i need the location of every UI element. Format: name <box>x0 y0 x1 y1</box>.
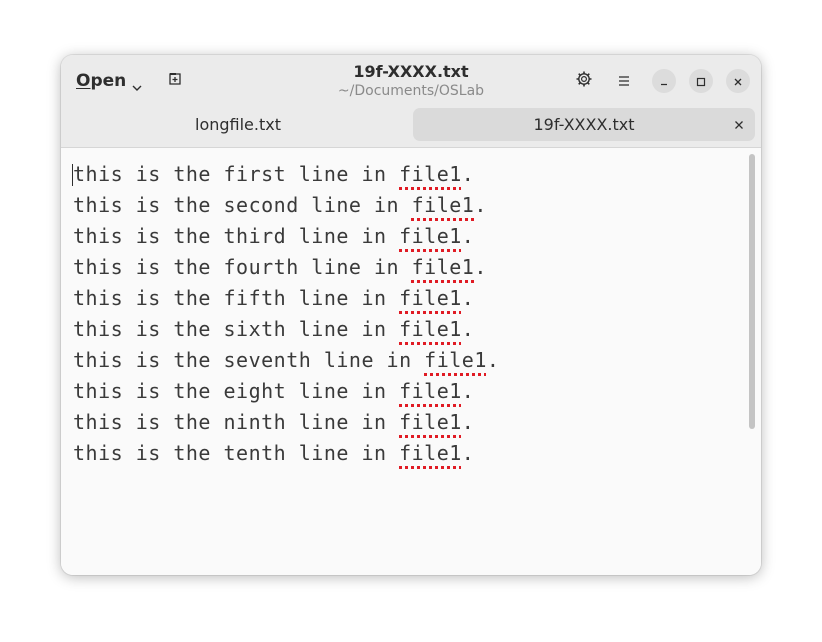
text-editor-area[interactable]: this is the first line in file1. this is… <box>61 148 761 575</box>
text-line: this is the fifth line in file1. <box>73 286 475 310</box>
header-bar: Open 19f-XXXX.txt ~/Documents/OSLab <box>61 55 761 105</box>
new-tab-button[interactable] <box>163 69 187 93</box>
misspelled-word: file1 <box>411 193 475 217</box>
text-line: this is the seventh line in file1. <box>73 348 500 372</box>
misspelled-word: file1 <box>399 410 462 434</box>
misspelled-word: file1 <box>399 162 462 186</box>
vertical-scrollbar[interactable] <box>749 154 755 429</box>
tab-longfile[interactable]: longfile.txt <box>65 108 411 141</box>
text-lines: this is the first line in file1. this is… <box>73 159 499 469</box>
hamburger-menu-icon <box>617 72 631 91</box>
text-line: this is the ninth line in file1. <box>73 410 475 434</box>
close-icon <box>733 72 743 91</box>
new-tab-icon <box>167 71 183 91</box>
minimize-button[interactable] <box>652 69 676 93</box>
text-editor-window: Open 19f-XXXX.txt ~/Documents/OSLab long… <box>61 55 761 575</box>
misspelled-word: file1 <box>399 224 462 248</box>
misspelled-word: file1 <box>411 255 475 279</box>
misspelled-word: file1 <box>399 286 462 310</box>
text-line: this is the eight line in file1. <box>73 379 475 403</box>
main-menu-button[interactable] <box>612 69 636 93</box>
window-title: 19f-XXXX.txt <box>353 62 469 81</box>
chevron-down-icon <box>132 77 142 91</box>
minimize-icon <box>659 72 669 91</box>
maximize-icon <box>696 72 706 91</box>
tab-19f-xxxx[interactable]: 19f-XXXX.txt <box>413 108 755 141</box>
window-title-block: 19f-XXXX.txt ~/Documents/OSLab <box>261 62 561 100</box>
open-button[interactable]: Open <box>69 67 147 95</box>
text-line: this is the third line in file1. <box>73 224 475 248</box>
misspelled-word: file1 <box>424 348 487 372</box>
tab-bar: longfile.txt 19f-XXXX.txt <box>61 105 761 148</box>
tab-label: longfile.txt <box>195 115 281 134</box>
maximize-button[interactable] <box>689 69 713 93</box>
misspelled-word: file1 <box>399 379 462 403</box>
window-subtitle: ~/Documents/OSLab <box>337 83 485 99</box>
gear-icon <box>575 70 593 92</box>
tab-label: 19f-XXXX.txt <box>533 115 635 134</box>
open-button-label: Open <box>76 71 127 91</box>
misspelled-word: file1 <box>399 317 462 341</box>
tab-close-button[interactable] <box>731 116 747 132</box>
text-line: this is the first line in file1. <box>73 162 475 186</box>
close-icon <box>734 115 744 134</box>
text-line: this is the tenth line in file1. <box>73 441 475 465</box>
text-line: this is the fourth line in file1. <box>73 255 487 279</box>
text-line: this is the second line in file1. <box>73 193 487 217</box>
text-line: this is the sixth line in file1. <box>73 317 475 341</box>
misspelled-word: file1 <box>399 441 462 465</box>
close-window-button[interactable] <box>726 69 750 93</box>
document-settings-button[interactable] <box>572 69 596 93</box>
